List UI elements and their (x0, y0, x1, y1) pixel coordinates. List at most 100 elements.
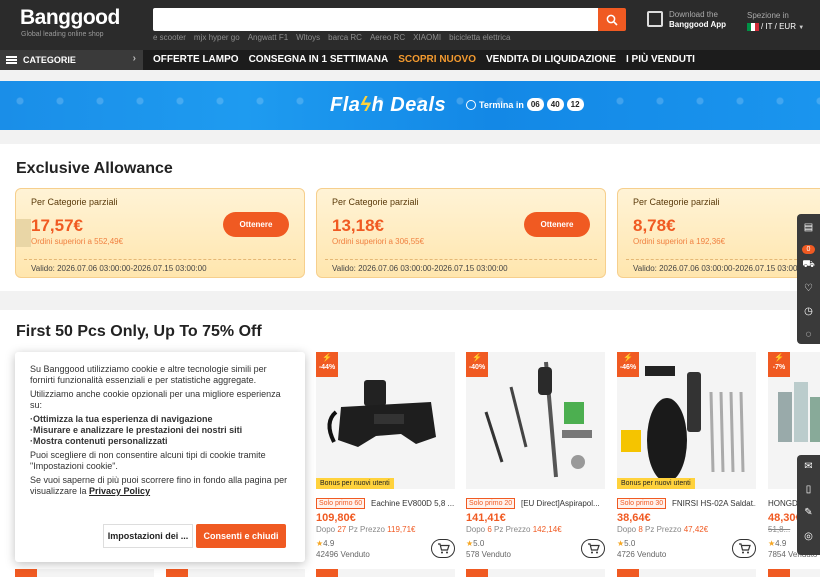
app-download-link[interactable]: Download the Banggood App (669, 10, 726, 30)
coupon-validity: Valido: 2026.07.06 03:00:00-2026.07.15 0… (31, 264, 207, 273)
product-rating: ★5.0 (617, 539, 636, 548)
help-icon[interactable]: ◎ (802, 530, 815, 543)
product-card-peek (617, 569, 756, 577)
hot-search-item[interactable]: Angwatt F1 (248, 33, 288, 42)
floating-sidebar-lower: ✉ ▯ ✎ ◎ (797, 455, 820, 555)
after-price: 51,8... (768, 525, 791, 534)
ship-label: Spezione in (747, 11, 789, 20)
category-menu-button[interactable]: CATEGORIE › (0, 50, 143, 70)
hot-search-item[interactable]: Aereo RC (370, 33, 405, 42)
coupon-label: Per Categorie parziali (31, 197, 118, 207)
search-input[interactable] (153, 8, 598, 31)
banggood-logo[interactable]: Banggood (20, 6, 120, 30)
feedback-icon[interactable]: ✎ (802, 506, 815, 519)
product-card[interactable]: -44% Bonus per nuovi utenti Solo primo 6… (316, 352, 455, 562)
product-image[interactable]: -44% Bonus per nuovi utenti (316, 352, 455, 489)
coupon-minimum: Ordini superiori a 192,36€ (633, 237, 726, 246)
discount-badge: -7% (768, 352, 790, 377)
cart-icon[interactable]: ⛟ (802, 258, 815, 271)
search-button[interactable] (598, 8, 626, 31)
product-card-peek (316, 569, 455, 577)
coupon-card: Per Categorie parziali 17,57€ Ordini sup… (15, 188, 305, 278)
coupon-card: Per Categorie parziali 13,18€ Ordini sup… (316, 188, 606, 278)
add-to-cart-button[interactable] (431, 539, 455, 558)
accept-cookies-button[interactable]: Consenti e chiudi (196, 524, 286, 548)
chat-icon[interactable]: ◌ (802, 328, 815, 341)
shipping-selector[interactable]: Spezione in / IT / EUR ▼ (747, 10, 804, 34)
nav-item-flash-deals[interactable]: OFFERTE LAMPO (153, 54, 239, 65)
countdown-label: Termina in (479, 99, 524, 110)
hot-search-item[interactable]: barca RC (328, 33, 362, 42)
hot-search-item[interactable]: XIAOMI (413, 33, 441, 42)
product-image[interactable]: -46% Bonus per nuovi utenti (617, 352, 756, 489)
hot-search-item[interactable]: e scooter (153, 33, 186, 42)
cart-icon (437, 543, 450, 554)
coupon-validity: Valido: 2026.07.06 03:00:00-2026.07.15 0… (332, 264, 508, 273)
coupon-divider (24, 259, 296, 260)
privacy-policy-link[interactable]: Privacy Policy (89, 486, 150, 496)
sold-count: 42496 Venduto (316, 550, 370, 559)
chevron-right-icon: › (132, 53, 136, 64)
product-card[interactable]: -46% Bonus per nuovi utenti Solo primo 3… (617, 352, 756, 562)
coupon-validity: Valido: 2026.07.06 03:00:00-2026.07.15 0… (633, 264, 809, 273)
coupon-amount: 17,57€ (31, 216, 83, 235)
ship-value: / IT / EUR (761, 22, 796, 31)
site-header: Banggood Global leading online shop e sc… (0, 0, 820, 50)
nav-item-bestsellers[interactable]: I PIÙ VENDUTI (626, 54, 695, 65)
product-card-peek (15, 569, 154, 577)
product-name[interactable]: FNIRSI HS-02A Saldat... (672, 499, 756, 508)
coupon-label: Per Categorie parziali (332, 197, 419, 207)
cookie-optional: Utilizziamo anche cookie opzionali per u… (30, 389, 281, 410)
category-label: CATEGORIE (23, 55, 76, 65)
product-image[interactable]: -40% (466, 352, 605, 489)
nav-item-one-week[interactable]: CONSEGNA IN 1 SETTIMANA (249, 54, 389, 65)
hot-search-item[interactable]: bicicletta elettrica (449, 33, 510, 42)
clock-icon (466, 99, 476, 110)
coupon-card: Per Categorie parziali 8,78€ Ordini supe… (617, 188, 820, 278)
allowance-title: Exclusive Allowance (16, 160, 173, 177)
cookie-settings-button[interactable]: Impostazioni dei ... (103, 524, 193, 548)
product-name[interactable]: [EU Direct]Aspirapol... (521, 499, 605, 508)
product-price: 38,64€ (617, 512, 651, 524)
add-to-cart-button[interactable] (581, 539, 605, 558)
nav-item-clearance[interactable]: VENDITA DI LIQUIDAZIONE (486, 54, 616, 65)
first-50-title: First 50 Pcs Only, Up To 75% Off (16, 323, 262, 340)
nav-links: OFFERTE LAMPO CONSEGNA IN 1 SETTIMANA SC… (153, 54, 695, 65)
sold-count: 4726 Venduto (617, 550, 667, 559)
product-card-peek (768, 569, 820, 577)
discount-badge: -44% (316, 352, 338, 377)
cookie-choose: Puoi scegliere di non consentire alcuni … (30, 450, 266, 471)
italy-flag-icon (747, 22, 759, 31)
cart-icon (587, 543, 600, 554)
get-coupon-button[interactable]: Ottenere (524, 212, 590, 237)
qr-code-icon[interactable] (647, 11, 663, 27)
bolt-icon: ϟ (360, 94, 372, 116)
get-coupon-button[interactable]: Ottenere (223, 212, 289, 237)
menu-icon (6, 56, 17, 64)
coupon-icon[interactable]: ▤ (802, 221, 815, 234)
countdown-seconds: 12 (566, 98, 584, 111)
mail-icon[interactable]: ✉ (802, 460, 815, 473)
coupon-minimum: Ordini superiori a 552,49€ (31, 237, 124, 246)
coupon-label: Per Categorie parziali (633, 197, 720, 207)
coupon-divider (626, 259, 812, 260)
countdown-minutes: 40 (546, 98, 564, 111)
coupon-minimum: Ordini superiori a 306,55€ (332, 237, 425, 246)
nav-item-discover[interactable]: SCOPRI NUOVO (398, 54, 476, 65)
cart-icon (738, 543, 751, 554)
add-to-cart-button[interactable] (732, 539, 756, 558)
cart-count-badge: 0 (802, 245, 815, 254)
cookie-benefit: ·Ottimizza la tua esperienza di navigazi… (30, 414, 213, 424)
hot-search-item[interactable]: mjx hyper go (194, 33, 240, 42)
product-card[interactable]: -40% Solo primo 20 [EU Direct]Aspirapol.… (466, 352, 605, 562)
coupon-amount: 13,18€ (332, 216, 384, 235)
product-name[interactable]: Eachine EV800D 5,8 ... (371, 499, 455, 508)
app-icon[interactable]: ▯ (802, 483, 815, 496)
discount-badge: -40% (466, 352, 488, 377)
after-price: Dopo 27 Pz Prezzo 119,71€ (316, 525, 416, 534)
heart-icon[interactable]: ♡ (802, 282, 815, 295)
flash-deals-banner[interactable]: Flaϟh Deals Termina in 06 40 12 (0, 81, 820, 130)
cookie-more: Se vuoi saperne di più puoi scorrere fin… (30, 475, 288, 496)
hot-search-item[interactable]: Wltoys (296, 33, 320, 42)
history-icon[interactable]: ◷ (802, 305, 815, 318)
